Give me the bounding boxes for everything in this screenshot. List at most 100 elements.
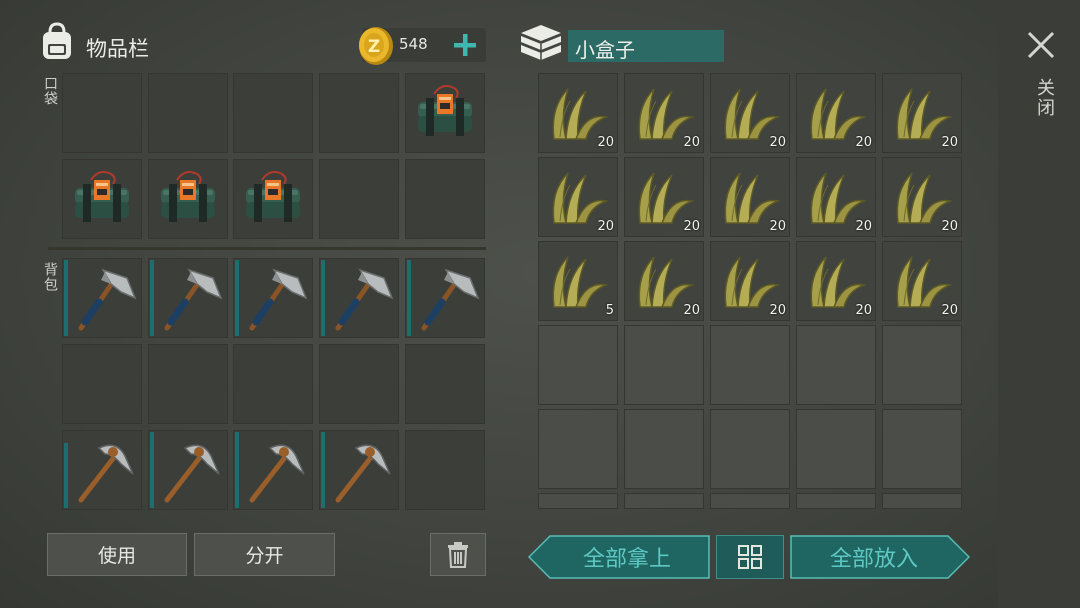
box-slot[interactable]: [796, 325, 876, 405]
pickaxe-icon: [249, 444, 305, 503]
pocket-slot[interactable]: [148, 73, 228, 153]
use-button[interactable]: 使用: [47, 533, 187, 576]
svg-text:Z: Z: [368, 37, 380, 57]
backpack-slot[interactable]: [319, 430, 399, 510]
box-slot[interactable]: 20: [710, 241, 790, 321]
box-slot[interactable]: [538, 325, 618, 405]
split-button[interactable]: 分开: [194, 533, 335, 576]
box-slot[interactable]: [538, 409, 618, 489]
box-slot[interactable]: 20: [710, 73, 790, 153]
trash-button[interactable]: [430, 533, 486, 576]
plant-fiber-icon: [552, 256, 609, 308]
backpack-slot[interactable]: [405, 430, 485, 510]
hatchet-icon: [164, 268, 223, 331]
box-slot[interactable]: [710, 325, 790, 405]
box-slot[interactable]: 20: [624, 157, 704, 237]
stack-count: 20: [855, 303, 872, 318]
pocket-slot[interactable]: [319, 159, 399, 239]
box-slot[interactable]: 20: [538, 73, 618, 153]
pickaxe-icon: [335, 444, 391, 503]
stack-count: 20: [941, 219, 958, 234]
pocket-slot[interactable]: [233, 159, 313, 239]
stack-count: 20: [855, 219, 872, 234]
stack-count: 20: [941, 135, 958, 150]
close-icon[interactable]: [1027, 31, 1055, 59]
add-coins-plus-icon[interactable]: [453, 33, 477, 57]
sort-grid-icon: [738, 545, 762, 569]
box-icon: [518, 22, 564, 64]
pocket-slot[interactable]: [62, 159, 142, 239]
backpack-slot[interactable]: [405, 258, 485, 338]
take-all-button[interactable]: 全部拿上: [528, 535, 710, 579]
box-slot[interactable]: 20: [796, 157, 876, 237]
backpack-slot[interactable]: [62, 258, 142, 338]
pocket-slot[interactable]: [62, 73, 142, 153]
pocket-slot[interactable]: [233, 73, 313, 153]
box-slot[interactable]: [624, 325, 704, 405]
backpack-slot[interactable]: [148, 344, 228, 424]
hatchet-icon: [335, 268, 394, 331]
stack-count: 20: [769, 135, 786, 150]
backpack-icon: [38, 22, 76, 62]
box-slot[interactable]: 20: [882, 241, 962, 321]
backpack-slot[interactable]: [148, 258, 228, 338]
coin-count: 548: [399, 35, 428, 53]
pocket-slot[interactable]: [148, 159, 228, 239]
put-all-label: 全部放入: [829, 547, 918, 572]
box-slot[interactable]: [796, 409, 876, 489]
box-slot[interactable]: 5: [538, 241, 618, 321]
backpack-slot[interactable]: [405, 344, 485, 424]
pickaxe-icon: [164, 444, 220, 503]
stack-count: 20: [769, 219, 786, 234]
backpack-slot[interactable]: [62, 344, 142, 424]
explosive-pack-icon: [161, 171, 215, 222]
box-slot[interactable]: [882, 325, 962, 405]
box-slot[interactable]: 20: [624, 241, 704, 321]
backpack-slot[interactable]: [148, 430, 228, 510]
pickaxe-icon: [78, 444, 134, 503]
backpack-slot[interactable]: [233, 344, 313, 424]
box-slot[interactable]: [624, 493, 704, 509]
box-slot[interactable]: [710, 493, 790, 509]
box-slot[interactable]: 20: [710, 157, 790, 237]
trash-icon: [448, 541, 468, 568]
pocket-slot[interactable]: [319, 73, 399, 153]
backpack-label: 背包: [42, 262, 58, 292]
backpack-slot[interactable]: [319, 344, 399, 424]
box-slot[interactable]: 20: [882, 73, 962, 153]
pocket-slot[interactable]: [405, 73, 485, 153]
box-slot[interactable]: [538, 493, 618, 509]
box-slot[interactable]: 20: [624, 73, 704, 153]
box-slot[interactable]: [624, 409, 704, 489]
pocket-slot[interactable]: [405, 159, 485, 239]
backpack-slot[interactable]: [233, 258, 313, 338]
backpack-slot[interactable]: [62, 430, 142, 510]
section-divider: [48, 247, 486, 250]
backpack-slot[interactable]: [319, 258, 399, 338]
sort-button[interactable]: [716, 535, 784, 579]
stack-count: 20: [941, 303, 958, 318]
box-slot[interactable]: [796, 493, 876, 509]
stack-count: 20: [683, 303, 700, 318]
box-slot[interactable]: [882, 409, 962, 489]
inventory-title: 物品栏: [86, 37, 149, 61]
box-slot[interactable]: 20: [538, 157, 618, 237]
container-name: 小盒子: [575, 38, 635, 62]
box-slot[interactable]: 20: [796, 73, 876, 153]
stack-count: 20: [597, 135, 614, 150]
explosive-pack-icon: [75, 171, 129, 222]
pocket-label: 口袋: [42, 76, 58, 106]
stack-count: 20: [683, 219, 700, 234]
explosive-pack-icon: [246, 171, 300, 222]
close-label[interactable]: 关闭: [1031, 78, 1057, 118]
box-slot[interactable]: [710, 409, 790, 489]
put-all-button[interactable]: 全部放入: [790, 535, 970, 579]
hatchet-icon: [421, 268, 480, 331]
stack-count: 20: [769, 303, 786, 318]
box-slot[interactable]: [882, 493, 962, 509]
backpack-slot[interactable]: [233, 430, 313, 510]
box-slot[interactable]: 20: [882, 157, 962, 237]
take-all-label: 全部拿上: [582, 547, 671, 572]
box-slot[interactable]: 20: [796, 241, 876, 321]
hatchet-icon: [249, 268, 308, 331]
